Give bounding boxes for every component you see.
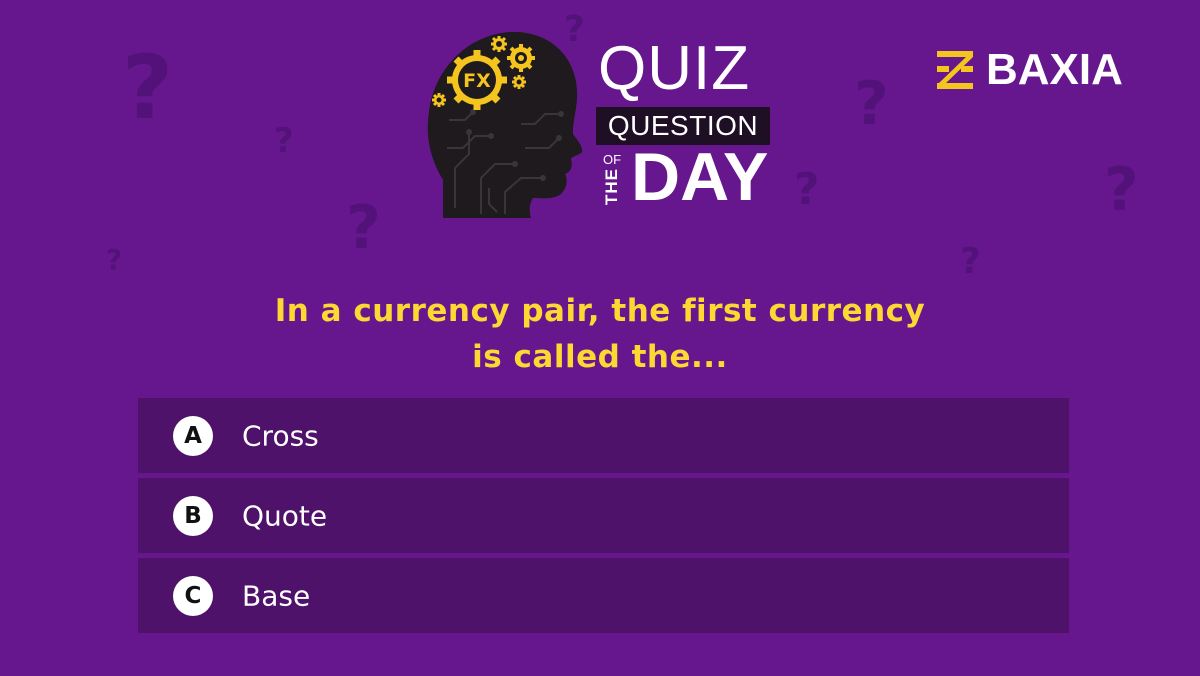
option-label: Quote: [242, 499, 328, 532]
title-the: THE: [602, 168, 621, 205]
background-question-mark-icon: ?: [106, 243, 123, 276]
question-line-2: is called the...: [472, 339, 728, 375]
brand-name: BAXIA: [986, 45, 1123, 94]
brand-logo: BAXIA: [936, 45, 1146, 96]
option-letter-badge: C: [173, 575, 213, 616]
baxia-logo-icon: [937, 51, 973, 89]
background-question-mark-icon: ?: [1104, 155, 1139, 225]
option-b[interactable]: B Quote: [138, 478, 1069, 553]
background-question-mark-icon: ?: [346, 193, 381, 263]
option-letter-badge: B: [173, 495, 213, 536]
background-question-mark-icon: ?: [794, 164, 820, 215]
question-text: In a currency pair, the first currency i…: [200, 288, 1000, 380]
background-question-mark-icon: ?: [854, 69, 889, 139]
option-c[interactable]: C Base: [138, 558, 1069, 633]
background-question-mark-icon: ?: [960, 241, 981, 282]
background-question-mark-icon: ?: [122, 36, 174, 139]
title-quiz: QUIZ: [598, 34, 751, 103]
question-line-1: In a currency pair, the first currency: [274, 293, 926, 329]
title-of-the: OF THE: [600, 152, 622, 208]
option-letter-badge: A: [173, 415, 213, 456]
title-of: OF: [602, 152, 622, 167]
answer-options: A Cross B Quote C Base: [138, 398, 1069, 638]
fx-badge-text: FX: [463, 70, 491, 92]
option-a[interactable]: A Cross: [138, 398, 1069, 473]
background-question-mark-icon: ?: [274, 121, 294, 161]
head-gears-illustration: FX: [425, 28, 585, 222]
title-day: DAY: [631, 139, 769, 215]
option-label: Cross: [242, 419, 319, 452]
quiz-title: QUIZ QUESTION OF THE DAY: [596, 38, 776, 213]
option-label: Base: [242, 579, 311, 612]
